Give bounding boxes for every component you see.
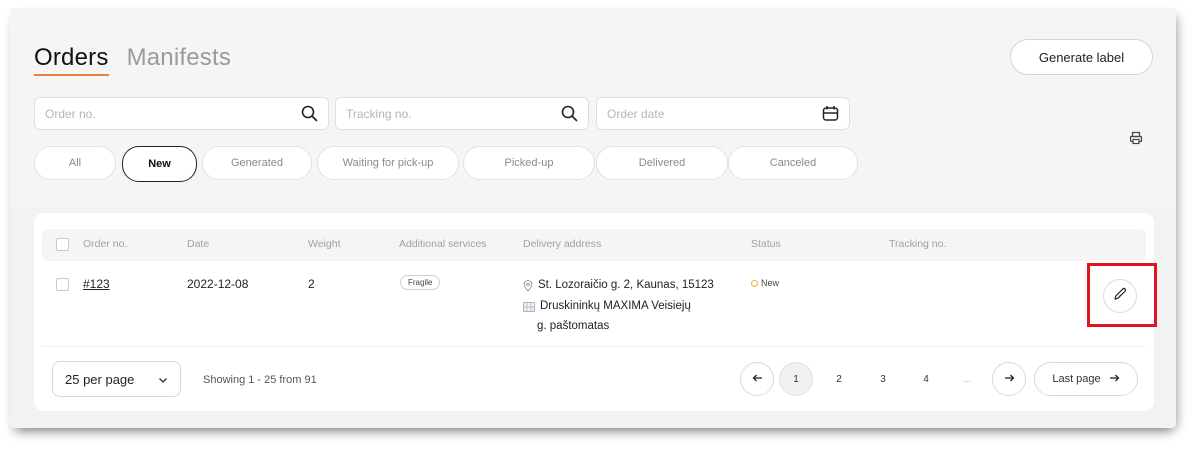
status-filter-waiting-for-pickup[interactable]: Waiting for pick-up — [317, 146, 459, 180]
last-page-label: Last page — [1052, 373, 1101, 385]
location-pin-icon — [523, 277, 533, 298]
arrow-right-icon — [1004, 374, 1015, 385]
row-divider — [42, 346, 1146, 347]
col-tracking-no: Tracking no. — [889, 238, 947, 250]
table-header: Order no. Date Weight Additional service… — [42, 229, 1146, 261]
prev-page-button[interactable] — [740, 362, 774, 396]
page-4-button[interactable]: 4 — [909, 362, 943, 396]
per-page-select[interactable]: 25 per page — [52, 361, 181, 397]
col-weight: Weight — [308, 238, 341, 250]
col-date: Date — [187, 238, 210, 250]
order-weight: 2 — [308, 277, 315, 291]
terminal-line-1: Druskininkų MAXIMA Veisiejų — [540, 300, 691, 312]
status-filter-canceled[interactable]: Canceled — [728, 146, 858, 180]
parcel-terminal-icon — [523, 298, 535, 318]
calendar-icon[interactable] — [822, 105, 839, 122]
order-no-placeholder: Order no. — [45, 106, 96, 121]
order-date: 2022-12-08 — [187, 277, 249, 291]
highlight-box — [1087, 263, 1157, 327]
arrow-left-icon — [752, 374, 763, 385]
next-page-button[interactable] — [992, 362, 1026, 396]
status-filter-new[interactable]: New — [122, 146, 197, 182]
showing-count: Showing 1 - 25 from 91 — [203, 374, 317, 386]
col-status: Status — [751, 238, 781, 250]
col-delivery-address: Delivery address — [523, 238, 602, 250]
generate-label-button[interactable]: Generate label — [1010, 39, 1153, 75]
status-label: New — [761, 278, 780, 288]
table-row: #123 2022-12-08 2 Fragile St. Lozoraičio… — [42, 267, 1146, 345]
terminal-line-2: g. paštomatas — [537, 320, 610, 332]
order-number-link[interactable]: #123 — [83, 277, 110, 291]
last-page-button[interactable]: Last page — [1034, 362, 1138, 396]
per-page-value: 25 per page — [65, 371, 135, 387]
order-date-placeholder: Order date — [607, 106, 665, 121]
status-filter-all[interactable]: All — [34, 146, 116, 180]
tab-bar: Orders Manifests — [34, 44, 231, 76]
status-filter-generated[interactable]: Generated — [202, 146, 312, 180]
select-all-checkbox[interactable] — [56, 238, 69, 251]
tracking-no-input[interactable]: Tracking no. — [335, 97, 589, 130]
search-icon[interactable] — [301, 105, 318, 122]
page-2-button[interactable]: 2 — [822, 362, 856, 396]
status-badge: New — [751, 278, 779, 288]
orders-table-card: Order no. Date Weight Additional service… — [34, 213, 1154, 411]
tab-manifests[interactable]: Manifests — [127, 44, 232, 72]
address-line: St. Lozoraičio g. 2, Kaunas, 15123 — [538, 279, 714, 291]
chevron-down-icon — [158, 372, 168, 387]
print-button[interactable] — [1122, 126, 1150, 154]
arrow-right-icon — [1109, 373, 1120, 385]
col-additional-services: Additional services — [399, 238, 487, 250]
row-checkbox[interactable] — [56, 278, 69, 291]
order-date-input[interactable]: Order date — [596, 97, 850, 130]
page-3-button[interactable]: 3 — [866, 362, 900, 396]
status-filter-picked-up[interactable]: Picked-up — [463, 146, 595, 180]
order-no-input[interactable]: Order no. — [34, 97, 329, 130]
service-badge: Fragile — [400, 275, 441, 290]
col-order-no: Order no. — [83, 238, 128, 250]
tab-orders[interactable]: Orders — [34, 44, 109, 76]
status-dot-icon — [751, 279, 758, 287]
tracking-no-placeholder: Tracking no. — [346, 106, 412, 121]
delivery-address: St. Lozoraičio g. 2, Kaunas, 15123 Drusk… — [523, 277, 733, 335]
page-ellipsis: ... — [962, 373, 972, 385]
search-icon[interactable] — [561, 105, 578, 122]
status-filter-delivered[interactable]: Delivered — [596, 146, 728, 180]
printer-icon — [1129, 131, 1143, 150]
page-1-button[interactable]: 1 — [779, 362, 813, 396]
